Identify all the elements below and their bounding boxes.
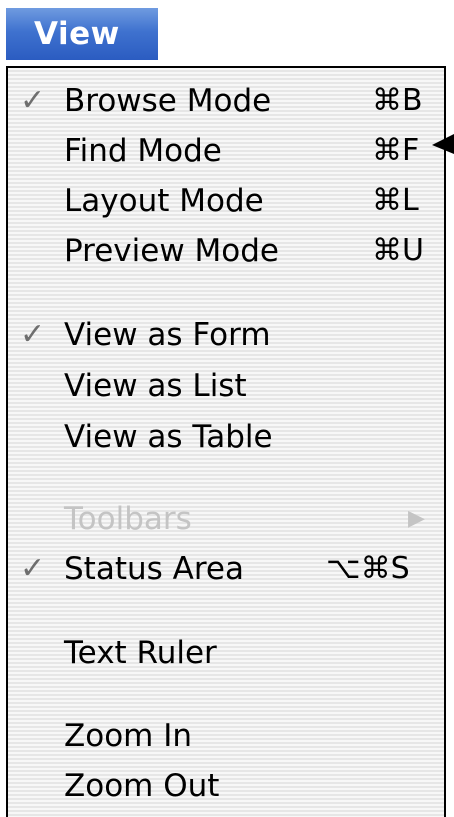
shortcut-label: ⌘B: [372, 83, 423, 118]
menu-item-text-ruler[interactable]: Text Ruler: [8, 628, 444, 678]
menu-item-view-as-list[interactable]: View as List: [8, 361, 444, 411]
menu-item-label: Browse Mode: [64, 83, 272, 119]
checkmark-icon: ✓: [20, 551, 46, 586]
shortcut-label: ⌘L: [372, 183, 419, 218]
menu-item-view-as-form[interactable]: ✓ View as Form: [8, 310, 444, 360]
menu-item-preview-mode[interactable]: Preview Mode ⌘U: [8, 226, 444, 276]
checkmark-icon: [20, 412, 60, 462]
shortcut-label: ⌥⌘S: [326, 551, 410, 586]
shortcut-label: ⌘U: [372, 233, 424, 268]
menu-item-label: Toolbars: [64, 501, 192, 537]
checkmark-icon: [20, 361, 60, 411]
menu-item-label: View as Form: [64, 317, 271, 353]
checkmark-icon: [20, 226, 60, 276]
menu-item-browse-mode[interactable]: ✓ Browse Mode ⌘B: [8, 76, 444, 126]
checkmark-icon: ✓: [20, 317, 46, 352]
menu-item-toolbars: Toolbars ▶: [8, 494, 444, 544]
checkmark-icon: ✓: [20, 83, 46, 118]
menu-item-layout-mode[interactable]: Layout Mode ⌘L: [8, 176, 444, 226]
menu-item-label: Find Mode: [64, 133, 222, 169]
menu-item-label: Zoom In: [64, 718, 193, 754]
shortcut-label: ⌘F: [372, 133, 420, 168]
menu-item-find-mode[interactable]: Find Mode ⌘F: [8, 126, 444, 176]
view-menu-title[interactable]: View: [6, 8, 158, 60]
submenu-arrow-icon: ▶: [408, 506, 425, 531]
menu-item-zoom-out[interactable]: Zoom Out: [8, 761, 444, 811]
callout-arrow-icon: [432, 134, 454, 154]
menu-item-label: View as Table: [64, 419, 273, 455]
menu-item-label: Zoom Out: [64, 768, 220, 804]
menu-item-label: Status Area: [64, 551, 244, 587]
checkmark-icon: [20, 126, 60, 176]
menu-item-label: Text Ruler: [64, 635, 217, 671]
checkmark-icon: [20, 176, 60, 226]
menu-item-view-as-table[interactable]: View as Table: [8, 412, 444, 462]
view-menu-dropdown: ✓ Browse Mode ⌘B Find Mode ⌘F Layout Mod…: [6, 66, 446, 817]
menu-item-label: Preview Mode: [64, 233, 279, 269]
menu-item-label: View as List: [64, 368, 247, 404]
menu-item-label: Layout Mode: [64, 183, 264, 219]
menu-item-zoom-in[interactable]: Zoom In: [8, 711, 444, 761]
menu-item-status-area[interactable]: ✓ Status Area ⌥⌘S: [8, 544, 444, 594]
